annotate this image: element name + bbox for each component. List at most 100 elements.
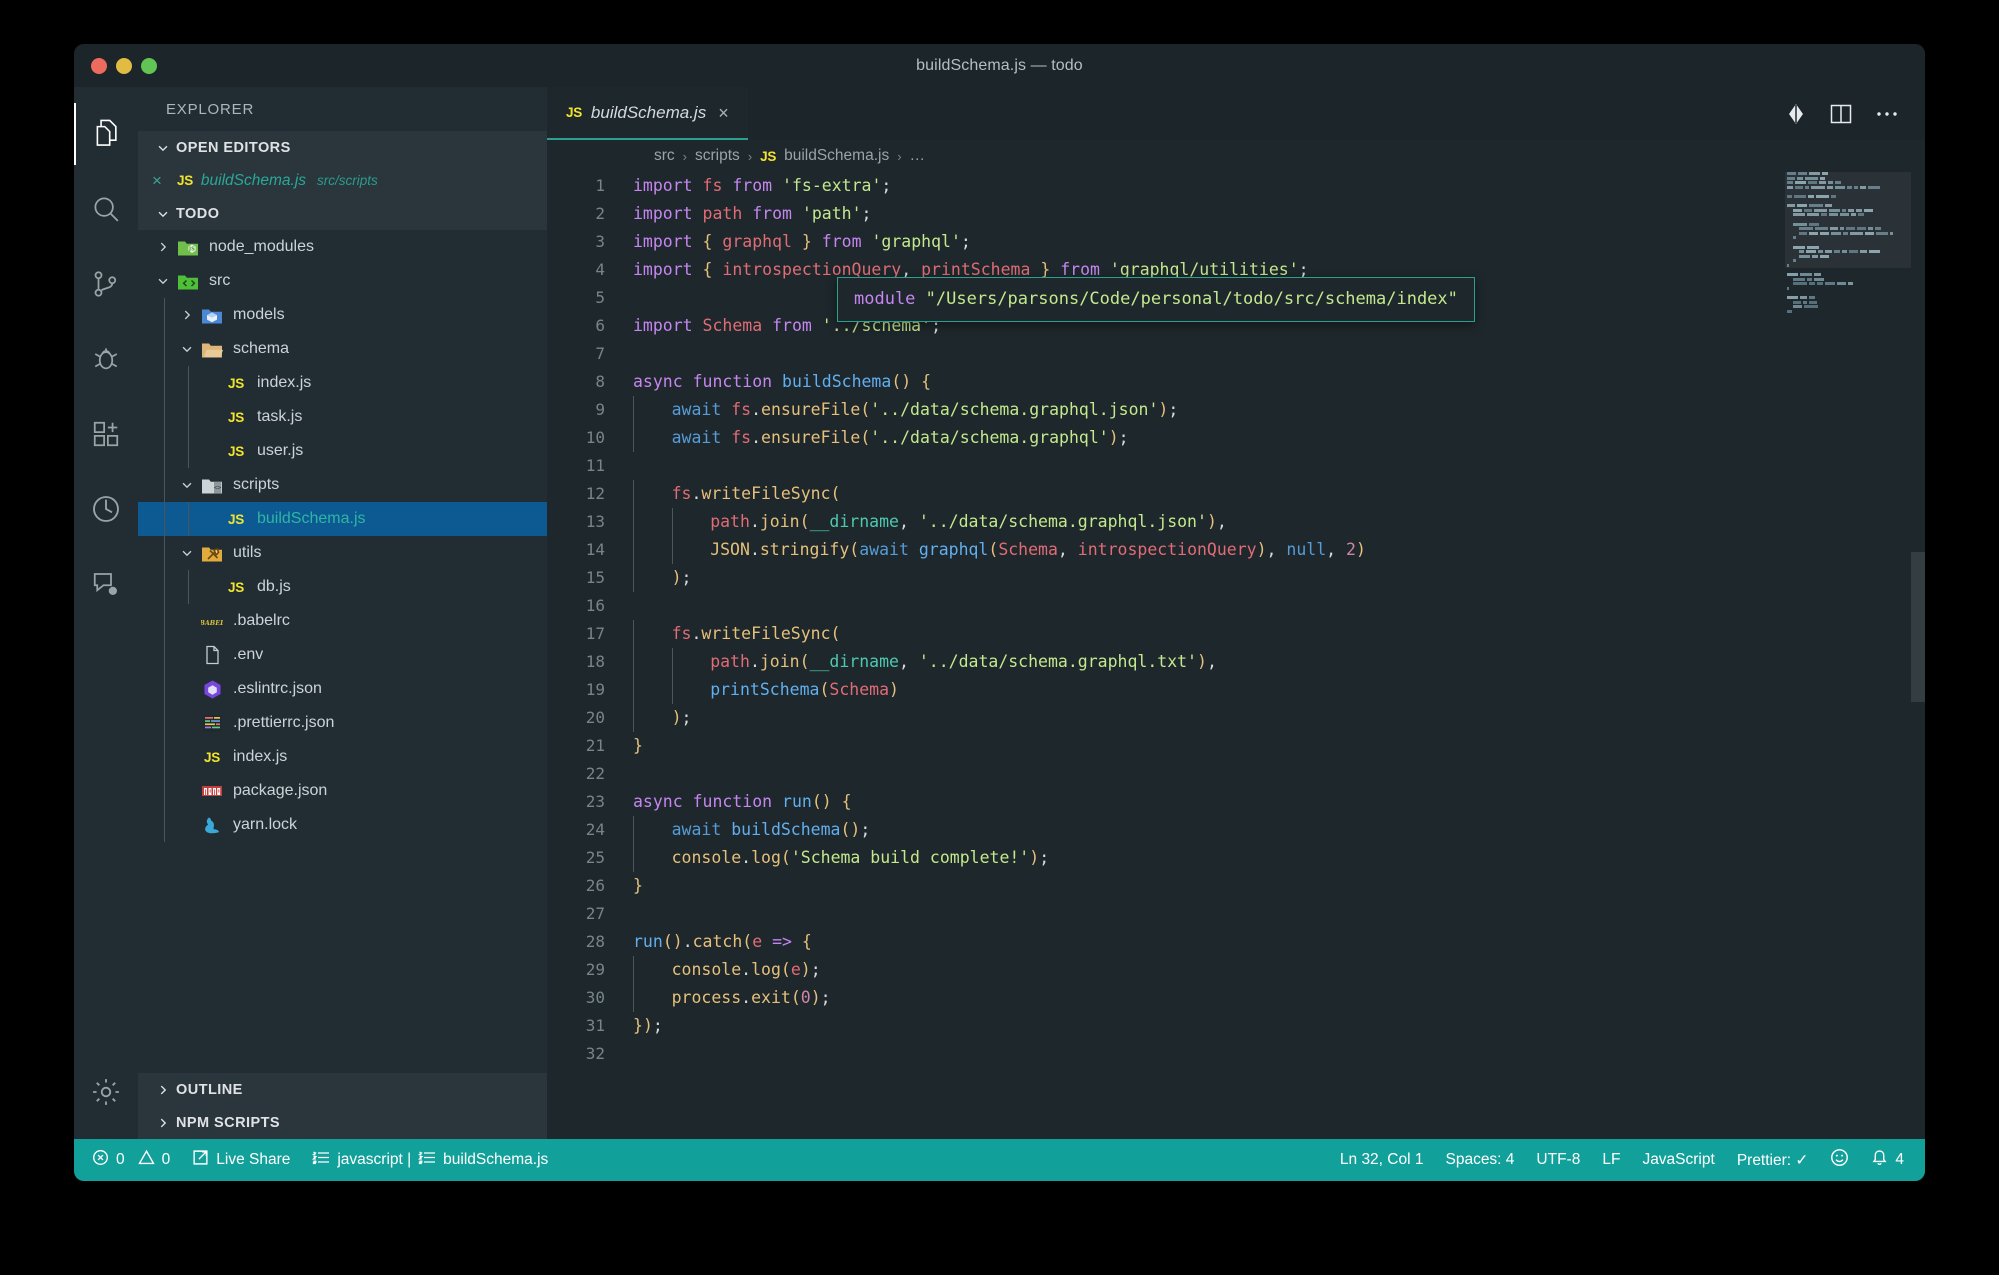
maximize-window-button[interactable] [141, 58, 157, 74]
line-content: await buildSchema(); [633, 816, 870, 844]
status-indentation[interactable]: Spaces: 4 [1434, 1139, 1525, 1181]
code-line[interactable]: 11 [547, 452, 1925, 480]
status-notifications[interactable]: 4 [1860, 1139, 1915, 1181]
code-line[interactable]: 13path.join(__dirname, '../data/schema.g… [547, 508, 1925, 536]
code-line[interactable]: 23async function run() { [547, 788, 1925, 816]
chevron-down-icon[interactable] [152, 274, 174, 288]
tree-item-user-js[interactable]: JSuser.js [138, 434, 547, 468]
status-feedback-smiley[interactable] [1819, 1139, 1860, 1181]
code-line[interactable]: 21} [547, 732, 1925, 760]
tree-item-utils[interactable]: utils [138, 536, 547, 570]
breadcrumb-item-src[interactable]: src [654, 147, 675, 165]
tree-item-node-modules[interactable]: JSnode_modules [138, 230, 547, 264]
chevron-down-icon[interactable] [176, 342, 198, 356]
code-line[interactable]: 12fs.writeFileSync( [547, 480, 1925, 508]
tree-item-index-js[interactable]: JSindex.js [138, 740, 547, 774]
section-project-todo[interactable]: TODO [138, 197, 547, 230]
toggle-panel-icon[interactable] [1829, 103, 1853, 125]
activity-item-source-control[interactable] [74, 253, 138, 315]
code-line[interactable]: 8async function buildSchema() { [547, 368, 1925, 396]
editor-scrollbar[interactable] [1911, 172, 1925, 1139]
activity-item-manage-settings[interactable] [74, 1061, 138, 1123]
status-encoding[interactable]: UTF-8 [1525, 1139, 1591, 1181]
status-editor-position[interactable]: Ln 32, Col 1 [1322, 1139, 1435, 1181]
status-problems[interactable]: 0 0 [74, 1139, 181, 1181]
error-icon [92, 1149, 109, 1171]
tree-item-schema[interactable]: schema [138, 332, 547, 366]
section-open-editors[interactable]: OPEN EDITORS [138, 131, 547, 164]
scrollbar-thumb[interactable] [1911, 552, 1925, 702]
activity-item-explorer[interactable] [74, 103, 138, 165]
activity-item-debug[interactable] [74, 328, 138, 390]
code-line[interactable]: 20); [547, 704, 1925, 732]
status-language-info[interactable]: javascript | buildSchema.js [301, 1139, 559, 1181]
status-live-share[interactable]: Live Share [181, 1139, 301, 1181]
breadcrumb-item-file[interactable]: buildSchema.js [784, 147, 889, 165]
tree-indent-guide [164, 774, 165, 808]
section-outline[interactable]: OUTLINE [138, 1073, 547, 1106]
code-editor[interactable]: 1import fs from 'fs-extra';2import path … [547, 172, 1925, 1139]
code-line[interactable]: 19printSchema(Schema) [547, 676, 1925, 704]
tree-item--prettierrc-json[interactable]: .prettierrc.json [138, 706, 547, 740]
tree-item-task-js[interactable]: JStask.js [138, 400, 547, 434]
minimize-window-button[interactable] [116, 58, 132, 74]
activity-item-extensions[interactable] [74, 403, 138, 465]
tree-item--babelrc[interactable]: BABEL.babelrc [138, 604, 547, 638]
tree-item-src[interactable]: src [138, 264, 547, 298]
file-tree: JSnode_modulessrcmodelsschemaJSindex.jsJ… [138, 230, 547, 1073]
breadcrumb-item-symbols[interactable]: … [910, 147, 926, 165]
code-line[interactable]: 27 [547, 900, 1925, 928]
code-line[interactable]: 9await fs.ensureFile('../data/schema.gra… [547, 396, 1925, 424]
tree-item--eslintrc-json[interactable]: .eslintrc.json [138, 672, 547, 706]
code-line[interactable]: 2import path from 'path'; [547, 200, 1925, 228]
tree-item-yarn-lock[interactable]: yarn.lock [138, 808, 547, 842]
chevron-down-icon[interactable] [176, 478, 198, 492]
close-window-button[interactable] [91, 58, 107, 74]
activity-item-live-share[interactable] [74, 553, 138, 615]
code-line[interactable]: 28run().catch(e => { [547, 928, 1925, 956]
tree-item-index-js[interactable]: JSindex.js [138, 366, 547, 400]
tree-item-db-js[interactable]: JSdb.js [138, 570, 547, 604]
breadcrumb-item-scripts[interactable]: scripts [695, 147, 740, 165]
code-line[interactable]: 24await buildSchema(); [547, 816, 1925, 844]
notification-count: 4 [1895, 1151, 1904, 1169]
status-prettier[interactable]: Prettier: ✓ [1726, 1139, 1820, 1181]
status-eol[interactable]: LF [1591, 1139, 1631, 1181]
code-line[interactable]: 16 [547, 592, 1925, 620]
code-line[interactable]: 30process.exit(0); [547, 984, 1925, 1012]
split-editor-vertical-icon[interactable] [1785, 103, 1807, 125]
close-icon[interactable]: × [718, 104, 729, 122]
js-file-icon: JS [760, 149, 776, 164]
code-line[interactable]: 3import { graphql } from 'graphql'; [547, 228, 1925, 256]
tree-item--env[interactable]: .env [138, 638, 547, 672]
code-line[interactable]: 7 [547, 340, 1925, 368]
tab-buildSchema-js[interactable]: JS buildSchema.js × [547, 87, 748, 140]
code-line[interactable]: 29console.log(e); [547, 956, 1925, 984]
code-line[interactable]: 32 [547, 1040, 1925, 1068]
tree-item-package-json[interactable]: package.json [138, 774, 547, 808]
code-line[interactable]: 1import fs from 'fs-extra'; [547, 172, 1925, 200]
code-line[interactable]: 10await fs.ensureFile('../data/schema.gr… [547, 424, 1925, 452]
window-controls[interactable] [74, 58, 157, 74]
code-line[interactable]: 25console.log('Schema build complete!'); [547, 844, 1925, 872]
section-npm-scripts[interactable]: NPM SCRIPTS [138, 1106, 547, 1139]
tree-item-buildschema-js[interactable]: JSbuildSchema.js [138, 502, 547, 536]
tree-item-scripts[interactable]: <>scripts [138, 468, 547, 502]
open-editor-item[interactable]: × JS buildSchema.js src/scripts [138, 164, 547, 197]
close-icon[interactable]: × [152, 172, 169, 189]
code-line[interactable]: 22 [547, 760, 1925, 788]
more-actions-icon[interactable] [1875, 110, 1899, 118]
code-line[interactable]: 31}); [547, 1012, 1925, 1040]
chevron-right-icon[interactable] [176, 308, 198, 322]
chevron-right-icon[interactable] [152, 240, 174, 254]
activity-item-remote-explorer[interactable] [74, 478, 138, 540]
code-line[interactable]: 26} [547, 872, 1925, 900]
status-language-mode[interactable]: JavaScript [1631, 1139, 1725, 1181]
code-line[interactable]: 14JSON.stringify(await graphql(Schema, i… [547, 536, 1925, 564]
code-line[interactable]: 15); [547, 564, 1925, 592]
code-line[interactable]: 18path.join(__dirname, '../data/schema.g… [547, 648, 1925, 676]
tree-item-models[interactable]: models [138, 298, 547, 332]
code-line[interactable]: 17fs.writeFileSync( [547, 620, 1925, 648]
activity-item-search[interactable] [74, 178, 138, 240]
chevron-down-icon[interactable] [176, 546, 198, 560]
